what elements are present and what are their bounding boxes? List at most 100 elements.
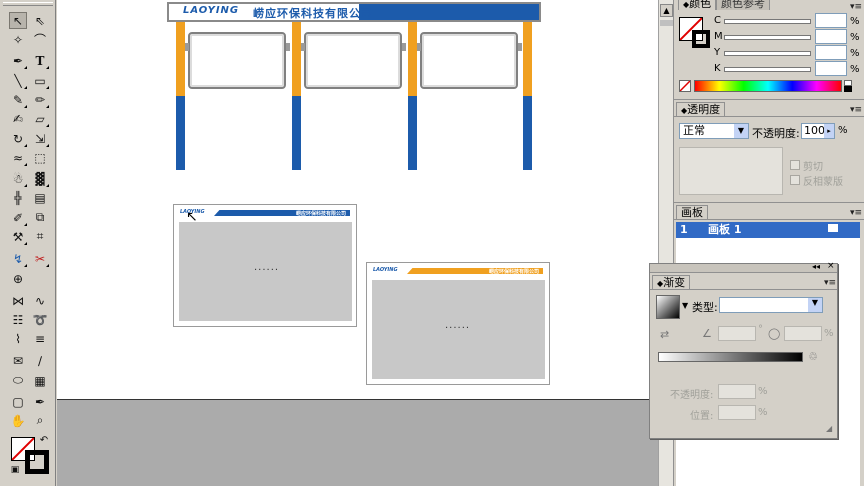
aspect-ratio-input[interactable] bbox=[784, 326, 822, 341]
direct-selection-tool-icon[interactable]: ⇖ bbox=[31, 12, 49, 29]
billboard-post bbox=[523, 22, 532, 96]
type-tool-icon[interactable]: T bbox=[31, 52, 49, 69]
channel-slider-k[interactable] bbox=[724, 67, 811, 72]
warp-envelope-tool-icon[interactable]: ∿ bbox=[31, 292, 49, 309]
collapse-panel-icon[interactable]: ◂◂ bbox=[812, 262, 820, 271]
opacity-dropdown-icon[interactable]: ▸ bbox=[824, 124, 834, 138]
artboard-area[interactable]: LAOYING 崂应环保科技有限公司 LAOYING 崂应环保科技有限公司 ..… bbox=[57, 0, 658, 400]
blob-brush-tool-icon[interactable]: ✍ bbox=[9, 110, 27, 127]
blend-mode-select[interactable]: 正常 ▼ bbox=[679, 123, 749, 139]
hand-tool-2-icon[interactable]: ✋ bbox=[9, 412, 27, 429]
scale-tool-icon[interactable]: ⇲ bbox=[31, 130, 49, 147]
color-panel-menu-icon[interactable]: ▾≡ bbox=[850, 2, 862, 12]
slice-tool-icon[interactable]: ↯ bbox=[9, 250, 27, 267]
angle-icon: ∠ bbox=[702, 327, 712, 340]
gradient-slider[interactable] bbox=[658, 352, 803, 362]
crop-area-tool-icon[interactable]: ⌗ bbox=[31, 228, 49, 245]
gradient-preview-swatch[interactable] bbox=[656, 295, 680, 319]
grid-tool-icon[interactable]: ☷ bbox=[9, 311, 27, 328]
small-board-blue[interactable]: LAOYING 崂应环保科技有限公司 ...... bbox=[173, 204, 357, 327]
eraser-tool-icon[interactable]: ▱ bbox=[31, 110, 49, 127]
eyedropper-tool-icon[interactable]: ✐ bbox=[9, 209, 27, 226]
knife-tool-icon[interactable]: ∕ bbox=[31, 352, 49, 369]
delete-stop-icon[interactable]: ♲ bbox=[808, 350, 818, 363]
tab-transparency[interactable]: ◆透明度 bbox=[676, 102, 726, 116]
close-panel-icon[interactable]: × bbox=[827, 261, 835, 271]
magic-wand-tool-icon[interactable]: ✧ bbox=[9, 31, 27, 48]
default-colors-icon[interactable]: ▣ bbox=[9, 464, 21, 476]
artboard-row[interactable]: 1 画板 1 bbox=[676, 222, 860, 238]
lasso-tool-icon[interactable]: ⌒ bbox=[31, 31, 49, 48]
stroke-swatch[interactable] bbox=[25, 450, 49, 474]
bar-graph-tool-icon[interactable]: ≡ bbox=[31, 330, 49, 347]
gradient-type-select[interactable]: ▼ bbox=[719, 297, 823, 313]
color-spectrum[interactable] bbox=[694, 80, 842, 92]
tab-artboards[interactable]: 画板 bbox=[676, 205, 708, 219]
selection-tool-icon[interactable]: ↖ bbox=[9, 12, 27, 29]
blend-mode-dropdown-icon[interactable]: ▼ bbox=[734, 124, 748, 138]
channel-input-m[interactable] bbox=[815, 29, 847, 44]
transparency-panel-menu-icon[interactable]: ▾≡ bbox=[850, 105, 862, 115]
black-swatch[interactable] bbox=[844, 86, 852, 92]
free-transform-tool-icon[interactable]: ⬚ bbox=[31, 149, 49, 166]
hand-tool-icon[interactable]: ⊕ bbox=[9, 270, 27, 287]
gradient-panel-titlebar[interactable]: ◂◂ × bbox=[650, 261, 837, 273]
artboard-options-icon[interactable] bbox=[828, 224, 838, 232]
paintbrush-tool-icon[interactable]: ✎ bbox=[9, 91, 27, 108]
scissors-tool-icon[interactable]: ✂ bbox=[31, 250, 49, 267]
wrinkle-tool-icon[interactable]: ⌇ bbox=[9, 330, 27, 347]
tools-grip[interactable] bbox=[3, 2, 53, 6]
channel-input-c[interactable] bbox=[815, 13, 847, 28]
gradient-type-dropdown-icon[interactable]: ▼ bbox=[808, 298, 822, 312]
color-stroke-swatch[interactable] bbox=[692, 30, 710, 48]
rotate-tool-icon[interactable]: ↻ bbox=[9, 130, 27, 147]
tab-color[interactable]: ◆颜色 bbox=[678, 0, 717, 10]
channel-slider-y[interactable] bbox=[724, 51, 811, 56]
twirl-tool-icon[interactable]: ➰ bbox=[31, 311, 49, 328]
opacity-input[interactable]: 100 ▸ bbox=[801, 123, 835, 139]
tab-color-guide[interactable]: 颜色参考 bbox=[716, 0, 770, 10]
scroll-up-icon[interactable]: ▲ bbox=[660, 4, 673, 17]
stop-location-label: 位置: bbox=[690, 411, 714, 422]
shape-builder-tool-icon[interactable]: ⬭ bbox=[9, 372, 27, 389]
scroll-thumb[interactable] bbox=[660, 20, 673, 26]
symbol-sprayer-tool-icon[interactable]: ☃ bbox=[9, 170, 27, 187]
stop-opacity-input[interactable] bbox=[718, 384, 756, 399]
billboard-post bbox=[176, 22, 185, 96]
stop-location-input[interactable] bbox=[718, 405, 756, 420]
reverse-gradient-icon[interactable]: ⇄ bbox=[660, 328, 669, 341]
perspective-tool-icon[interactable]: ▦ bbox=[31, 372, 49, 389]
gradient-panel-menu-icon[interactable]: ▾≡ bbox=[824, 278, 836, 288]
artboards-panel-menu-icon[interactable]: ▾≡ bbox=[850, 208, 862, 218]
line-tool-icon[interactable]: ╲ bbox=[9, 72, 27, 89]
pencil-tool-icon[interactable]: ✏ bbox=[31, 91, 49, 108]
blend-tool-icon[interactable]: ⧉ bbox=[31, 209, 49, 226]
mesh-tool-icon[interactable]: ╬ bbox=[9, 189, 27, 206]
swap-fill-stroke-icon[interactable]: ↶ bbox=[38, 434, 50, 446]
column-graph-tool-icon[interactable]: ▓ bbox=[31, 170, 49, 187]
rectangle-tool-icon[interactable]: ▭ bbox=[31, 72, 49, 89]
channel-slider-c[interactable] bbox=[724, 19, 811, 24]
zoom-tool-icon[interactable]: ⌕ bbox=[31, 412, 49, 429]
channel-slider-m[interactable] bbox=[724, 35, 811, 40]
pen-tool-icon[interactable]: ✒ bbox=[9, 52, 27, 69]
gradient-tool-icon[interactable]: ▤ bbox=[31, 189, 49, 206]
small-board-orange[interactable]: LAOYING 崂应环保科技有限公司 ...... bbox=[366, 262, 550, 385]
resize-grip-icon[interactable]: ◢ bbox=[826, 424, 832, 433]
artboard-tool-icon[interactable]: ▢ bbox=[9, 393, 27, 410]
document-canvas[interactable]: LAOYING 崂应环保科技有限公司 LAOYING 崂应环保科技有限公司 ..… bbox=[57, 0, 658, 486]
channel-input-y[interactable] bbox=[815, 45, 847, 60]
angle-input[interactable] bbox=[718, 326, 756, 341]
warp-tool-icon[interactable]: ≈ bbox=[9, 149, 27, 166]
gradient-preview-dropdown-icon[interactable]: ▼ bbox=[682, 301, 688, 310]
eyedropper2-tool-icon[interactable]: ✒ bbox=[31, 393, 49, 410]
live-paint-tool-icon[interactable]: ⚒ bbox=[9, 228, 27, 245]
mouse-cursor-icon: ↖ bbox=[186, 209, 198, 225]
tab-gradient[interactable]: ◆渐变 bbox=[652, 275, 691, 289]
invert-mask-checkbox[interactable] bbox=[790, 175, 800, 185]
clip-checkbox[interactable] bbox=[790, 160, 800, 170]
width-tool-icon[interactable]: ⋈ bbox=[9, 292, 27, 309]
measure-tool-icon[interactable]: ✉ bbox=[9, 352, 27, 369]
channel-input-k[interactable] bbox=[815, 61, 847, 76]
none-color-button[interactable] bbox=[679, 80, 691, 92]
